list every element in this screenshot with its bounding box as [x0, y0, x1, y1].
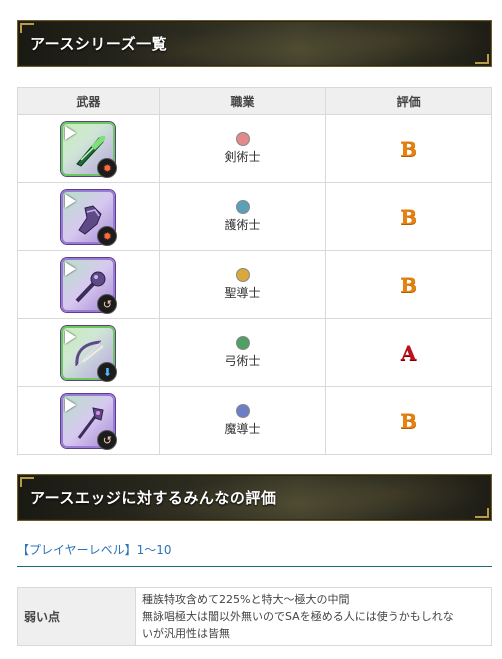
column-header-job: 職業 [158, 87, 327, 115]
rating-grade: A [400, 340, 417, 365]
rating-grade: B [400, 204, 418, 229]
table-row: 弱い点 種族特攻含めて225%と特大〜極大の中間 無詠唱極大は闇以外無いのでSA… [17, 587, 492, 646]
table-row: ✹ 剣術士 B [17, 114, 492, 183]
rating-grade: B [400, 408, 418, 433]
swirl-icon: ↺ [97, 429, 118, 450]
bow-weapon-icon[interactable]: ⬇ [61, 325, 118, 382]
table-row: ✹ 護術士 B [17, 182, 492, 251]
rating-grade: B [400, 136, 418, 161]
review-line: 無詠唱極大は闇以外無いのでSAを極める人には使うかもしれな [142, 610, 454, 623]
job-label: 剣術士 [224, 150, 261, 164]
fire-icon: ✹ [97, 157, 118, 178]
player-level-heading: 【プレイヤーレベル】1〜10 [17, 541, 492, 567]
review-label: 弱い点 [17, 587, 136, 646]
section-header-series-list: アースシリーズ一覧 [17, 20, 492, 67]
table-row: ↺ 聖導士 B [17, 250, 492, 319]
rating-grade: B [400, 272, 418, 297]
down-arrow-icon: ⬇ [97, 361, 118, 382]
review-line: いが汎用性は皆無 [142, 627, 230, 640]
rating-cell: B [325, 386, 492, 455]
section-title: アースエッジに対するみんなの評価 [30, 489, 277, 507]
table-row: ↺ 魔導士 B [17, 386, 492, 455]
bow-class-icon [235, 336, 250, 350]
swirl-icon: ↺ [97, 293, 118, 314]
job-label: 聖導士 [224, 286, 261, 300]
weapon-cell: ✹ [17, 182, 160, 251]
rating-cell: B [325, 114, 492, 183]
column-header-weapon: 武器 [17, 87, 160, 115]
holy-class-icon [235, 268, 250, 282]
job-label: 弓術士 [224, 354, 261, 368]
weapon-cell: ↺ [17, 250, 160, 319]
mace-weapon-icon[interactable]: ↺ [61, 257, 118, 314]
rating-cell: B [325, 250, 492, 319]
table-header-row: 武器 職業 評価 [17, 87, 492, 115]
magic-class-icon [235, 404, 250, 418]
job-cell: 護術士 [158, 182, 327, 251]
section-title: アースシリーズ一覧 [30, 35, 168, 53]
corner-ornament [20, 477, 34, 487]
corner-ornament [475, 54, 489, 64]
rating-cell: A [325, 318, 492, 387]
review-text: 種族特攻含めて225%と特大〜極大の中間 無詠唱極大は闇以外無いのでSAを極める… [135, 587, 492, 646]
gauntlet-weapon-icon[interactable]: ✹ [61, 189, 118, 246]
job-cell: 弓術士 [158, 318, 327, 387]
fire-icon: ✹ [97, 225, 118, 246]
section-header-reviews: アースエッジに対するみんなの評価 [17, 474, 492, 521]
rating-cell: B [325, 182, 492, 251]
job-label: 魔導士 [224, 422, 261, 436]
corner-ornament [20, 23, 34, 33]
job-cell: 聖導士 [158, 250, 327, 319]
column-header-rating: 評価 [325, 87, 492, 115]
job-label: 護術士 [224, 218, 261, 232]
job-cell: 剣術士 [158, 114, 327, 183]
job-cell: 魔導士 [158, 386, 327, 455]
review-line: 種族特攻含めて225%と特大〜極大の中間 [142, 593, 350, 606]
table-row: ⬇ 弓術士 A [17, 318, 492, 387]
weapon-cell: ✹ [17, 114, 160, 183]
weapon-cell: ↺ [17, 386, 160, 455]
weapon-series-table: 武器 職業 評価 ✹ 剣術士 B ✹ 護術士 B ↺ 聖導士 B ⬇ 弓術士 A… [17, 87, 492, 455]
review-table: 弱い点 種族特攻含めて225%と特大〜極大の中間 無詠唱極大は闇以外無いのでSA… [17, 587, 492, 646]
sword-class-icon [235, 132, 250, 146]
corner-ornament [475, 508, 489, 518]
shield-class-icon [235, 200, 250, 214]
weapon-cell: ⬇ [17, 318, 160, 387]
spear-weapon-icon[interactable]: ✹ [61, 121, 118, 178]
staff-weapon-icon[interactable]: ↺ [61, 393, 118, 450]
